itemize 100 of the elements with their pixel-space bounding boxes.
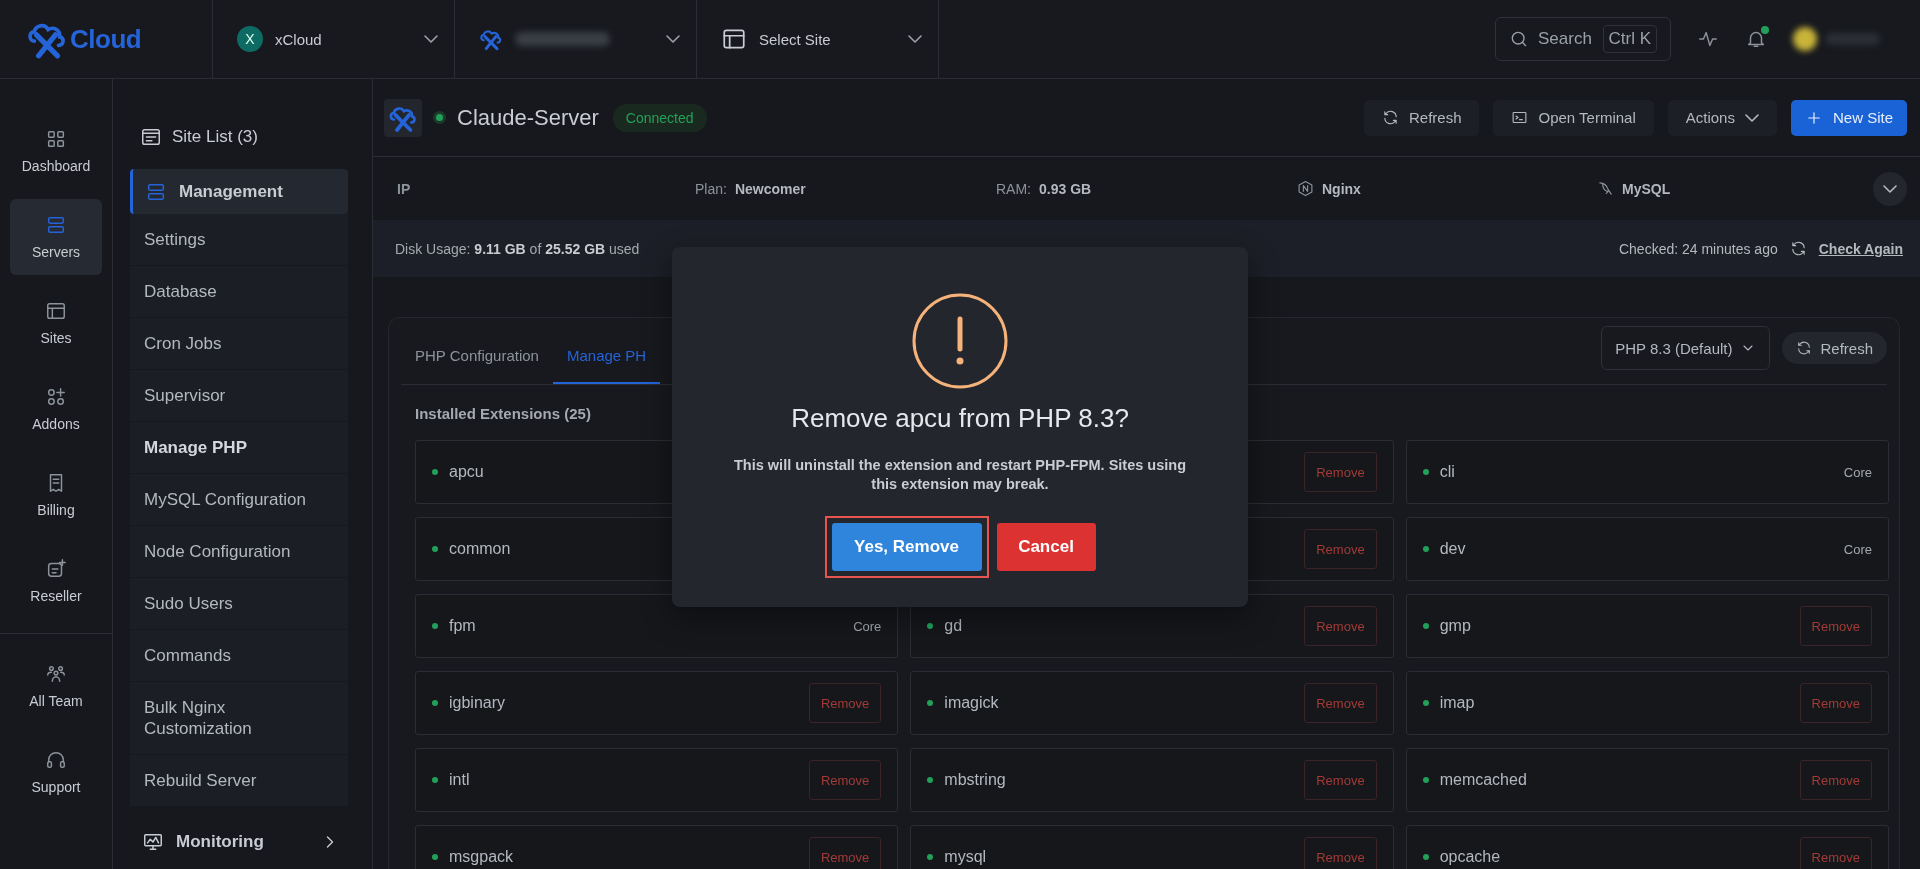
installed-dot (927, 700, 934, 706)
extension-name: opcache (1439, 848, 1501, 866)
tab[interactable]: PHP Configuration (401, 328, 553, 384)
terminal-button[interactable]: Open Terminal (1493, 99, 1654, 136)
section-heading: Installed Extensions (25) (415, 405, 591, 422)
checked-time: Checked: 24 minutes ago (1618, 240, 1778, 257)
team-icon (45, 663, 67, 685)
expand-button[interactable] (1873, 171, 1907, 206)
check-again-link[interactable]: Check Again (1818, 240, 1903, 257)
confirm-button[interactable]: Yes, Remove (831, 523, 982, 571)
shortcut-hint: Ctrl K (1602, 25, 1657, 53)
php-version-select[interactable]: PHP 8.3 (Default) (1601, 326, 1771, 370)
info-value: MySQL (1622, 180, 1671, 197)
refresh-button[interactable]: Refresh (1782, 332, 1887, 364)
refresh-button[interactable]: Refresh (1363, 99, 1480, 136)
info-label: Plan: (695, 180, 727, 197)
menu-item[interactable]: Cron Jobs (130, 318, 348, 370)
extension-name: gd (944, 617, 963, 635)
installed-dot (927, 623, 934, 629)
core-label: Core (1843, 541, 1872, 557)
server-logo-icon (479, 27, 503, 51)
info-value: Nginx (1322, 180, 1361, 197)
installed-dot (432, 546, 438, 552)
menu-item[interactable]: Manage PHP (130, 422, 348, 474)
installed-dot (1422, 854, 1429, 860)
extension-name: imagick (944, 694, 999, 712)
extension-name: fpm (449, 617, 476, 635)
extension-name: cli (1439, 463, 1455, 481)
extension-name: gmp (1439, 617, 1471, 635)
menu-item[interactable]: Settings (130, 214, 348, 266)
list-icon (140, 126, 162, 148)
nav-item[interactable]: Servers (10, 199, 102, 275)
menu-item[interactable]: Database (130, 266, 348, 318)
grid-icon (45, 128, 67, 150)
new-site-button[interactable]: New Site (1790, 99, 1907, 136)
installed-dot (927, 854, 934, 860)
dolphin-icon (1597, 180, 1614, 197)
installed-dot (1422, 623, 1429, 629)
server-name: Claude-Server (457, 104, 599, 131)
cancel-button[interactable]: Cancel (996, 523, 1096, 571)
extension-name: common (449, 540, 511, 558)
core-label: Core (853, 618, 882, 634)
installed-dot (927, 777, 934, 783)
extension-name: igbinary (449, 694, 506, 712)
menu-item[interactable]: Supervisor (130, 370, 348, 422)
installed-dot (432, 700, 438, 706)
nav-item[interactable]: All Team (10, 648, 102, 724)
addons-icon (45, 386, 67, 408)
nav-item[interactable]: Dashboard (10, 113, 102, 189)
nav-item[interactable]: Billing (10, 457, 102, 533)
nav-item[interactable]: Support (10, 734, 102, 810)
extension-name: mbstring (944, 771, 1006, 789)
extension-name: mysql (944, 848, 987, 866)
extension-name: intl (449, 771, 470, 789)
chevron-down-icon (666, 35, 680, 43)
logo-text: Cloud (70, 23, 142, 55)
installed-dot (1422, 700, 1429, 706)
chevron-down-icon (1744, 113, 1759, 122)
headset-icon (45, 749, 67, 771)
search-field[interactable]: Search Ctrl K (1495, 17, 1671, 61)
warning-icon (912, 293, 1008, 389)
menu-item[interactable]: Sudo Users (130, 578, 348, 630)
search-icon (1509, 29, 1529, 49)
menu-item[interactable]: Bulk Nginx Customization (130, 682, 348, 755)
site-list-link[interactable]: Site List (3) (130, 117, 348, 157)
disk-usage-text: Disk Usage: 9.11 GB of 25.52 GB used (395, 240, 640, 257)
status-badge: Connected (612, 103, 707, 132)
menu-item[interactable]: Rebuild Server (130, 755, 348, 807)
menu-item[interactable]: Commands (130, 630, 348, 682)
chevron-down-icon (908, 35, 922, 43)
dialog-title: Remove apcu from PHP 8.3? (791, 403, 1129, 434)
section-header[interactable]: Management (130, 169, 348, 214)
hexagon-n-icon (1297, 180, 1314, 197)
nav-item[interactable]: Reseller (10, 543, 102, 619)
dialog-message: This will uninstall the extension and restart PHP-FPM. Sites using this extension may break. (733, 456, 1187, 494)
breadcrumb-dropdown[interactable]: X xCloud (213, 0, 455, 78)
user-menu[interactable] (1793, 27, 1880, 51)
window-icon (45, 300, 67, 322)
extension-name: msgpack (449, 848, 514, 866)
server-icon (45, 214, 67, 236)
chevron-down-icon (1883, 184, 1897, 193)
info-label: IP (397, 180, 412, 197)
team-avatar: X (237, 26, 263, 52)
refresh-icon (1381, 109, 1399, 126)
chevron-down-icon (424, 35, 438, 43)
menu-item[interactable]: MySQL Configuration (130, 474, 348, 526)
terminal-icon (1511, 109, 1529, 126)
section-header[interactable]: Monitoring (130, 819, 348, 864)
info-label: RAM: (996, 180, 1031, 197)
actions-dropdown[interactable]: Actions (1667, 99, 1777, 136)
core-label: Core (1843, 464, 1872, 480)
reseller-icon (45, 558, 67, 580)
nav-item[interactable]: Addons (10, 371, 102, 447)
info-value: 0.93 GB (1039, 180, 1092, 197)
nav-item[interactable]: Sites (10, 285, 102, 361)
breadcrumb-dropdown[interactable]: Select Site (697, 0, 939, 78)
installed-dot (432, 623, 438, 629)
menu-item[interactable]: Node Configuration (130, 526, 348, 578)
extension-name: apcu (449, 463, 484, 481)
info-value: Newcomer (734, 180, 806, 197)
